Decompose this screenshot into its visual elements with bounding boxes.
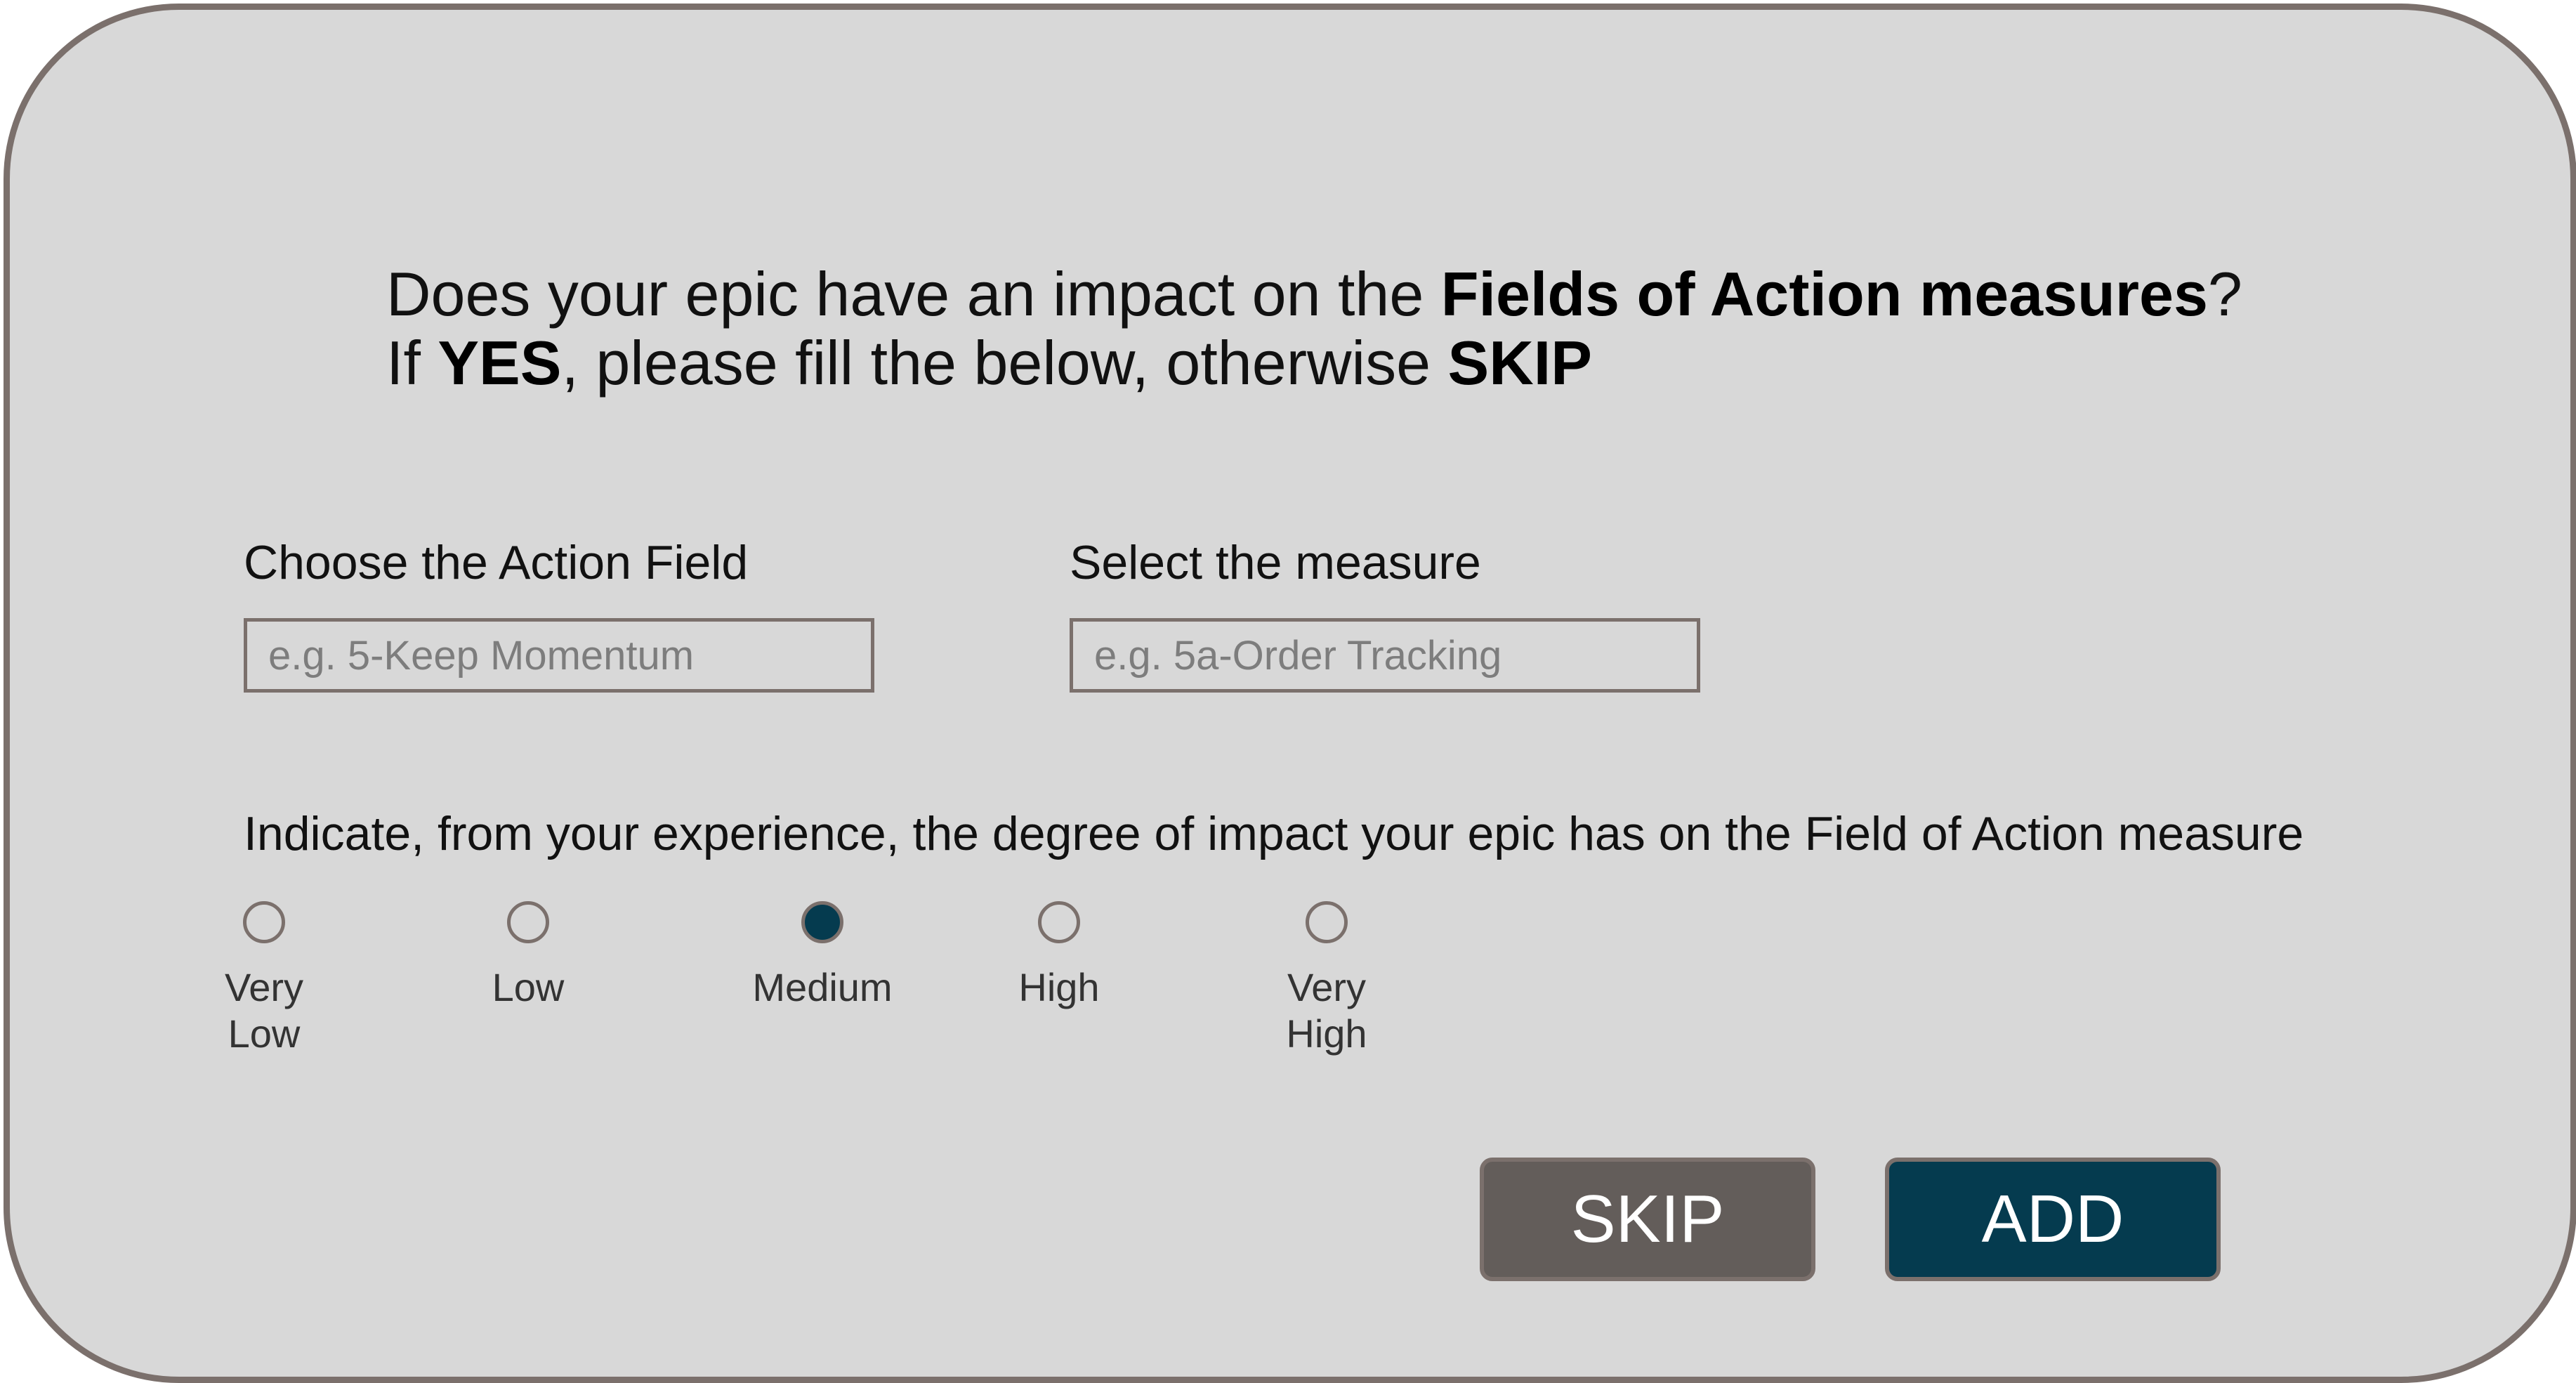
action-field-label: Choose the Action Field bbox=[244, 536, 749, 589]
radio-label-very-low: Very Low bbox=[224, 965, 304, 1056]
impact-prompt: Indicate, from your experience, the degr… bbox=[244, 807, 2304, 860]
heading-line1-suffix: ? bbox=[2207, 259, 2242, 329]
radio-label-very-high: Very High bbox=[1286, 965, 1367, 1056]
radio-label-high: High bbox=[1018, 965, 1100, 1009]
radio-button-very-high[interactable] bbox=[1306, 901, 1348, 943]
heading-fields-of-action: Fields of Action measures bbox=[1440, 259, 2208, 329]
heading-skip: SKIP bbox=[1447, 328, 1592, 398]
heading-line2-prefix: If bbox=[386, 328, 438, 398]
measure-input[interactable] bbox=[1070, 618, 1700, 693]
radio-button-low[interactable] bbox=[507, 901, 549, 943]
radio-label-medium: Medium bbox=[752, 965, 893, 1009]
radio-button-medium[interactable] bbox=[801, 901, 843, 943]
skip-button[interactable]: SKIP bbox=[1480, 1158, 1815, 1281]
heading-line-1: Does your epic have an impact on the Fie… bbox=[386, 260, 2242, 329]
radio-option-low[interactable]: Low bbox=[458, 901, 598, 1084]
measure-label: Select the measure bbox=[1070, 536, 1481, 589]
radio-option-medium[interactable]: Medium bbox=[752, 901, 893, 1084]
heading-line2-middle: , please fill the below, otherwise bbox=[561, 328, 1448, 398]
radio-label-low: Low bbox=[492, 965, 565, 1009]
action-field-input[interactable] bbox=[244, 618, 874, 693]
radio-option-high[interactable]: High bbox=[989, 901, 1129, 1084]
radio-option-very-high[interactable]: Very High bbox=[1256, 901, 1397, 1084]
radio-option-very-low[interactable]: Very Low bbox=[194, 901, 334, 1084]
dialog-heading: Does your epic have an impact on the Fie… bbox=[386, 260, 2242, 398]
heading-yes: YES bbox=[438, 328, 562, 398]
add-button[interactable]: ADD bbox=[1885, 1158, 2221, 1281]
heading-line-2: If YES, please fill the below, otherwise… bbox=[386, 329, 2242, 398]
heading-line1-prefix: Does your epic have an impact on the bbox=[386, 259, 1441, 329]
radio-button-high[interactable] bbox=[1038, 901, 1080, 943]
radio-button-very-low[interactable] bbox=[243, 901, 285, 943]
